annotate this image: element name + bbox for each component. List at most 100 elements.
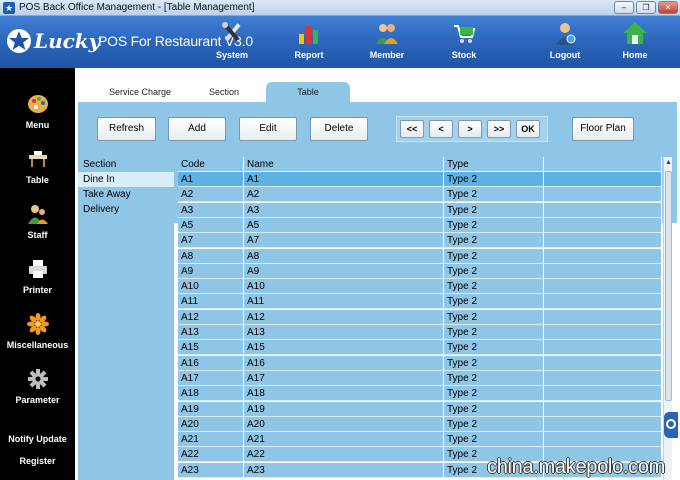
left-sidebar: Menu Table Staff Printer Miscellaneous P…: [0, 68, 75, 480]
table-row[interactable]: A10 A10 Type 2: [178, 279, 662, 295]
cell-name: A9: [244, 263, 444, 279]
star-logo-icon: [7, 29, 31, 53]
cell-empty: [544, 217, 662, 233]
nav-report[interactable]: Report: [281, 20, 337, 66]
cell-empty: [544, 187, 662, 203]
sidebar-item-printer[interactable]: Printer: [0, 258, 75, 308]
section-item-dine-in[interactable]: Dine In: [78, 172, 174, 187]
first-record-button[interactable]: <<: [400, 120, 424, 138]
nav-label: Report: [294, 50, 324, 60]
table-row[interactable]: A20 A20 Type 2: [178, 416, 662, 432]
sidebar-item-staff[interactable]: Staff: [0, 203, 75, 253]
floor-plan-button[interactable]: Floor Plan: [572, 117, 634, 141]
ok-button[interactable]: OK: [516, 120, 540, 138]
column-header-name[interactable]: Name: [244, 157, 444, 172]
cell-empty: [544, 309, 662, 325]
table-row[interactable]: A8 A8 Type 2: [178, 248, 662, 264]
window-title: POS Back Office Management - [Table Mana…: [19, 2, 255, 13]
cell-type: Type 2: [444, 355, 544, 371]
table-row[interactable]: A21 A21 Type 2: [178, 432, 662, 448]
register-link[interactable]: Register: [0, 456, 75, 466]
add-button[interactable]: Add: [168, 117, 226, 141]
sidebar-item-miscellaneous[interactable]: Miscellaneous: [0, 313, 75, 363]
table-row[interactable]: A5 A5 Type 2: [178, 217, 662, 233]
table-row[interactable]: A17 A17 Type 2: [178, 370, 662, 386]
cell-code: A22: [178, 447, 244, 463]
nav-logout[interactable]: Logout: [537, 20, 593, 66]
side-panel-handle[interactable]: [664, 412, 678, 438]
section-item-delivery[interactable]: Delivery: [78, 202, 174, 217]
cell-type: Type 2: [444, 325, 544, 340]
cell-name: A2: [244, 187, 444, 203]
cell-empty: [544, 325, 662, 340]
cell-type: Type 2: [444, 340, 544, 356]
title-bar: ★ POS Back Office Management - [Table Ma…: [0, 0, 680, 16]
delete-button[interactable]: Delete: [310, 117, 368, 141]
sidebar-item-table[interactable]: Table: [0, 148, 75, 198]
table-row[interactable]: A16 A16 Type 2: [178, 355, 662, 371]
main-content: Service Charge Section Table Refresh Add…: [75, 68, 680, 480]
last-record-button[interactable]: >>: [487, 120, 511, 138]
cell-code: A23: [178, 462, 244, 478]
table-row[interactable]: A3 A3 Type 2: [178, 202, 662, 218]
table-icon: [28, 151, 47, 167]
staff-icon: [27, 205, 48, 224]
cell-empty: [544, 279, 662, 295]
tab-bar: Service Charge Section Table: [78, 82, 677, 102]
tab-service-charge[interactable]: Service Charge: [98, 82, 182, 102]
close-button[interactable]: ✕: [658, 1, 678, 14]
nav-home[interactable]: Home: [607, 20, 663, 66]
sidebar-item-label: Miscellaneous: [6, 340, 69, 350]
refresh-button[interactable]: Refresh: [97, 117, 156, 141]
cart-icon: [454, 25, 476, 43]
table-grid: Code Name Type A1 A1 Type 2 A2 A2 Type 2 A3 A3 T…: [178, 157, 662, 480]
sidebar-item-label: Staff: [27, 230, 48, 240]
sidebar-item-parameter[interactable]: Parameter: [0, 368, 75, 418]
table-row[interactable]: A9 A9 Type 2: [178, 263, 662, 279]
record-navigator: << < > >> OK: [396, 116, 548, 142]
home-icon: [623, 22, 647, 44]
nav-stock[interactable]: Stock: [436, 20, 492, 66]
table-row[interactable]: A11 A11 Type 2: [178, 294, 662, 310]
grid-header-row: Code Name Type: [178, 157, 662, 172]
table-row[interactable]: A12 A12 Type 2: [178, 309, 662, 325]
bar-chart-icon: [299, 26, 318, 44]
notify-update-link[interactable]: Notify Update: [0, 434, 75, 444]
app-star-icon: ★: [3, 2, 15, 14]
cell-name: A3: [244, 202, 444, 218]
table-row[interactable]: A18 A18 Type 2: [178, 386, 662, 402]
cell-name: A12: [244, 309, 444, 325]
cell-name: A8: [244, 248, 444, 264]
scrollbar-thumb[interactable]: [665, 171, 672, 401]
prev-record-button[interactable]: <: [429, 120, 453, 138]
cell-type: Type 2: [444, 217, 544, 233]
cell-empty: [544, 202, 662, 218]
section-item-take-away[interactable]: Take Away: [78, 187, 174, 202]
nav-system[interactable]: System: [204, 20, 260, 66]
cell-type: Type 2: [444, 416, 544, 432]
table-row[interactable]: A13 A13 Type 2: [178, 325, 662, 340]
minimize-button[interactable]: –: [614, 1, 634, 14]
cell-code: A10: [178, 279, 244, 295]
cell-name: A11: [244, 294, 444, 310]
cell-type: Type 2: [444, 263, 544, 279]
table-row[interactable]: A19 A19 Type 2: [178, 401, 662, 417]
table-row[interactable]: A7 A7 Type 2: [178, 233, 662, 249]
next-record-button[interactable]: >: [458, 120, 482, 138]
cell-type: Type 2: [444, 432, 544, 448]
cell-code: A8: [178, 248, 244, 264]
sidebar-item-label: Printer: [22, 285, 52, 295]
restore-button[interactable]: ❐: [636, 1, 656, 14]
edit-button[interactable]: Edit: [239, 117, 297, 141]
column-header-type[interactable]: Type: [444, 157, 544, 172]
cell-code: A9: [178, 263, 244, 279]
tab-table[interactable]: Table: [266, 82, 350, 102]
table-row[interactable]: A2 A2 Type 2: [178, 187, 662, 203]
table-row[interactable]: A15 A15 Type 2: [178, 340, 662, 356]
scroll-up-arrow-icon[interactable]: ▲: [664, 159, 673, 166]
sidebar-item-menu[interactable]: Menu: [0, 93, 75, 143]
tab-section[interactable]: Section: [182, 82, 266, 102]
nav-member[interactable]: Member: [359, 20, 415, 66]
table-row[interactable]: A1 A1 Type 2: [178, 172, 662, 187]
column-header-code[interactable]: Code: [178, 157, 244, 172]
